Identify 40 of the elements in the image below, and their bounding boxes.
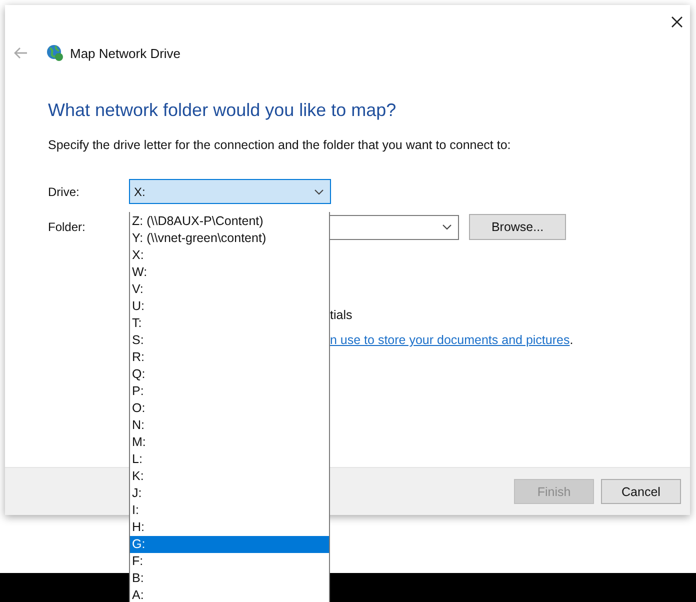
instruction-text: Specify the drive letter for the connection and the folder that you want to connect to: xyxy=(48,138,512,152)
drive-option[interactable]: S: xyxy=(130,332,329,349)
drive-option[interactable]: V: xyxy=(130,281,329,298)
folder-label: Folder: xyxy=(48,220,86,234)
drive-option[interactable]: Z: (\\D8AUX-P\Content) xyxy=(130,213,329,230)
folder-dropdown[interactable] xyxy=(330,214,459,240)
drive-option[interactable]: P: xyxy=(130,383,329,400)
network-globe-icon xyxy=(46,44,64,62)
drive-option[interactable]: M: xyxy=(130,434,329,451)
drive-option[interactable]: H: xyxy=(130,519,329,536)
browse-button[interactable]: Browse... xyxy=(469,214,566,240)
chevron-down-icon xyxy=(442,224,452,230)
drive-option[interactable]: W: xyxy=(130,264,329,281)
drive-option[interactable]: Q: xyxy=(130,366,329,383)
drive-option[interactable]: J: xyxy=(130,485,329,502)
drive-option[interactable]: F: xyxy=(130,553,329,570)
chevron-down-icon xyxy=(314,188,324,194)
drive-option[interactable]: G: xyxy=(130,536,329,553)
drive-option[interactable]: R: xyxy=(130,349,329,366)
window-title: Map Network Drive xyxy=(70,46,181,60)
drive-option[interactable]: A: xyxy=(130,587,329,602)
drive-option[interactable]: B: xyxy=(130,570,329,587)
drive-option[interactable]: T: xyxy=(130,315,329,332)
back-arrow-icon[interactable] xyxy=(14,47,28,59)
drive-option[interactable]: O: xyxy=(130,400,329,417)
drive-option[interactable]: U: xyxy=(130,298,329,315)
drive-label: Drive: xyxy=(48,184,80,198)
drive-dropdown[interactable]: X: xyxy=(129,179,331,204)
credentials-text: tials xyxy=(330,308,354,322)
drive-option[interactable]: N: xyxy=(130,417,329,434)
drive-option[interactable]: Y: (\\vnet-green\content) xyxy=(130,230,329,247)
cancel-button[interactable]: Cancel xyxy=(601,479,681,504)
drive-option[interactable]: I: xyxy=(130,502,329,519)
close-icon[interactable] xyxy=(671,16,683,28)
drive-option[interactable]: L: xyxy=(130,451,329,468)
drive-option[interactable]: X: xyxy=(130,247,329,264)
drive-option[interactable]: K: xyxy=(130,468,329,485)
link-suffix-text: . xyxy=(570,333,574,347)
dialog-heading: What network folder would you like to map? xyxy=(48,100,398,121)
storage-link[interactable]: n use to store your documents and pictures xyxy=(330,333,570,347)
